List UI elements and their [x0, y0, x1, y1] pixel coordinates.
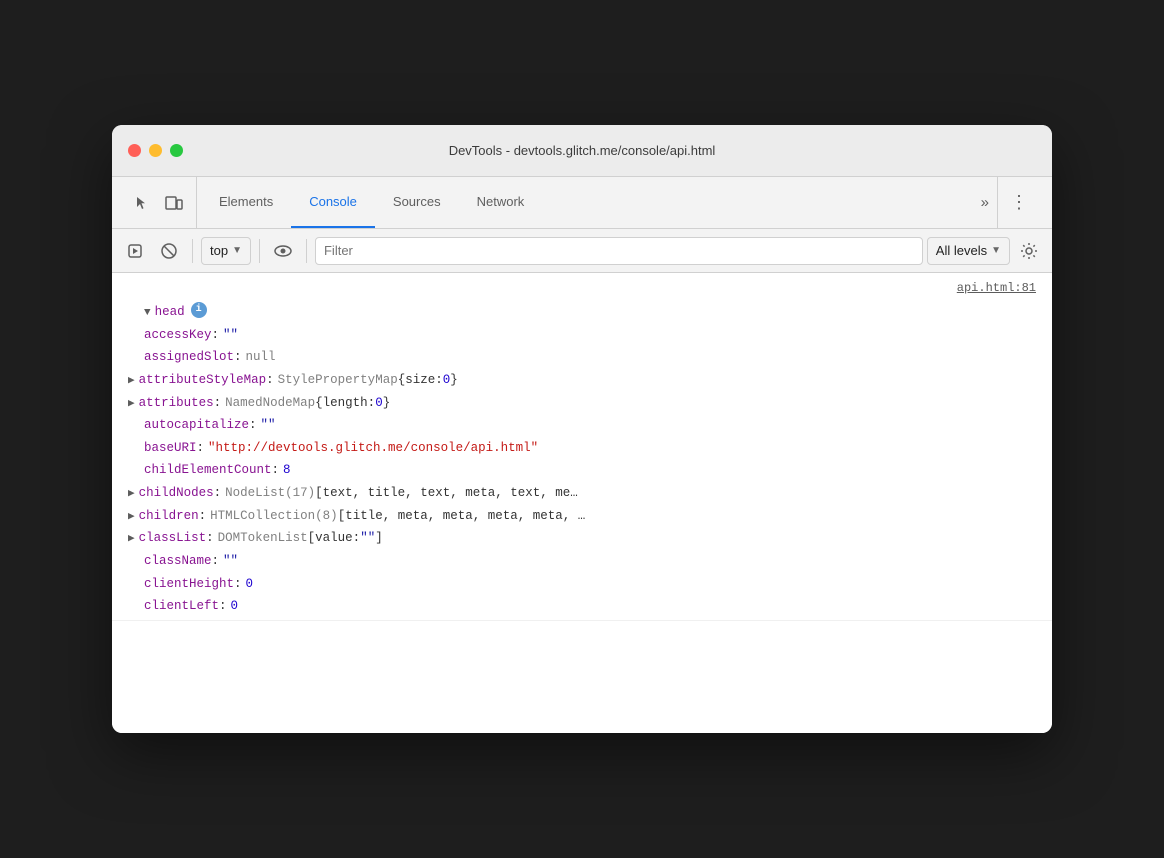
- head-row: head i: [128, 301, 1052, 324]
- window-controls: [128, 144, 183, 157]
- devtools-window: DevTools - devtools.glitch.me/console/ap…: [112, 125, 1052, 733]
- tab-network[interactable]: Network: [459, 177, 543, 228]
- prop-row-autocapitalize: autocapitalize : "": [128, 414, 1052, 437]
- tabs-right: » ⋮: [965, 177, 1044, 228]
- close-button[interactable]: [128, 144, 141, 157]
- tab-console[interactable]: Console: [291, 177, 375, 228]
- clear-console-button[interactable]: [154, 236, 184, 266]
- tabs-list: Elements Console Sources Network: [201, 177, 965, 228]
- run-icon: [127, 243, 143, 259]
- console-output: api.html:81 head i accessKey : "" assign…: [112, 273, 1052, 733]
- gear-icon: [1020, 242, 1038, 260]
- console-toolbar: top ▼ All levels ▼: [112, 229, 1052, 273]
- prop-row-childNodes: childNodes : NodeList(17) [text, title, …: [128, 482, 1052, 505]
- info-badge[interactable]: i: [191, 302, 207, 318]
- children-arrow[interactable]: [128, 508, 135, 526]
- context-label: top: [210, 243, 228, 258]
- clear-icon: [161, 243, 177, 259]
- levels-label: All levels: [936, 243, 987, 258]
- levels-arrow: ▼: [991, 245, 1001, 256]
- filter-input[interactable]: [315, 237, 923, 265]
- prop-row-attributeStyleMap: attributeStyleMap : StylePropertyMap {si…: [128, 369, 1052, 392]
- tab-sources[interactable]: Sources: [375, 177, 459, 228]
- attributes-arrow[interactable]: [128, 395, 135, 413]
- context-selector[interactable]: top ▼: [201, 237, 251, 265]
- prop-row-assignedSlot: assignedSlot : null: [128, 346, 1052, 369]
- classList-arrow[interactable]: [128, 530, 135, 548]
- devtools-icons: [120, 177, 197, 228]
- console-settings-button[interactable]: [1014, 236, 1044, 266]
- toolbar-divider-3: [306, 239, 307, 263]
- inspect-icon-btn[interactable]: [128, 189, 156, 217]
- eye-icon: [274, 242, 292, 260]
- run-scripts-button[interactable]: [120, 236, 150, 266]
- source-link[interactable]: api.html:81: [957, 281, 1036, 295]
- prop-row-childElementCount: childElementCount : 8: [128, 459, 1052, 482]
- window-title: DevTools - devtools.glitch.me/console/ap…: [449, 143, 716, 158]
- head-label: head: [155, 302, 185, 323]
- minimize-button[interactable]: [149, 144, 162, 157]
- prop-row-children: children : HTMLCollection(8) [title, met…: [128, 505, 1052, 528]
- prop-row-baseURI: baseURI : "http://devtools.glitch.me/con…: [128, 437, 1052, 460]
- device-toggle-btn[interactable]: [160, 189, 188, 217]
- log-levels-selector[interactable]: All levels ▼: [927, 237, 1010, 265]
- childNodes-arrow[interactable]: [128, 485, 135, 503]
- prop-row-accessKey: accessKey : "": [128, 324, 1052, 347]
- attributeStyleMap-arrow[interactable]: [128, 372, 135, 390]
- more-tabs-button[interactable]: »: [973, 177, 998, 228]
- tab-elements[interactable]: Elements: [201, 177, 291, 228]
- device-icon: [165, 194, 183, 212]
- maximize-button[interactable]: [170, 144, 183, 157]
- prop-row-attributes: attributes : NamedNodeMap {length: 0 }: [128, 392, 1052, 415]
- toolbar-divider-2: [259, 239, 260, 263]
- prop-row-clientLeft: clientLeft : 0: [128, 595, 1052, 618]
- devtools-menu-button[interactable]: ⋮: [1002, 177, 1036, 228]
- head-expand-arrow[interactable]: [144, 304, 151, 322]
- prop-row-clientHeight: clientHeight : 0: [128, 573, 1052, 596]
- tabs-bar: Elements Console Sources Network » ⋮: [112, 177, 1052, 229]
- title-bar: DevTools - devtools.glitch.me/console/ap…: [112, 125, 1052, 177]
- toolbar-divider: [192, 239, 193, 263]
- prop-row-classList: classList : DOMTokenList [value: "" ]: [128, 527, 1052, 550]
- source-link-row: api.html:81: [112, 273, 1052, 299]
- context-arrow: ▼: [232, 245, 242, 256]
- prop-row-className: className : "": [128, 550, 1052, 573]
- log-entry: head i accessKey : "" assignedSlot : nul…: [112, 299, 1052, 621]
- cursor-icon: [134, 195, 150, 211]
- live-expressions-button[interactable]: [268, 236, 298, 266]
